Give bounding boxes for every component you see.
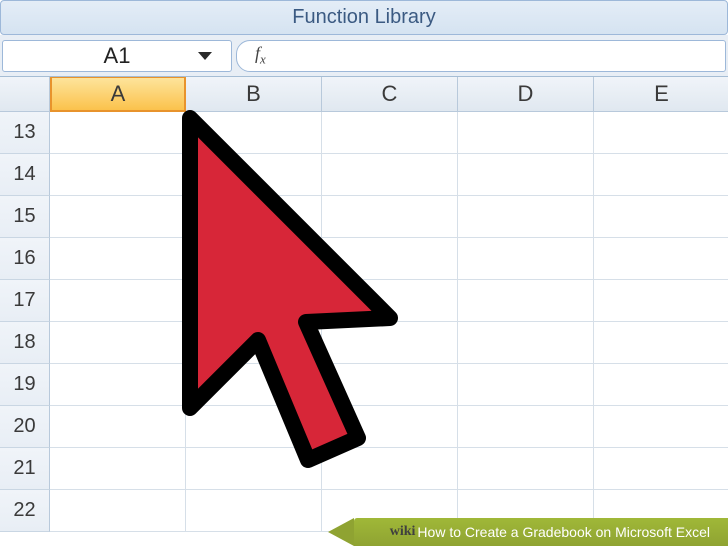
column-header-b[interactable]: B: [186, 77, 322, 112]
cell[interactable]: [186, 448, 322, 490]
cell[interactable]: [50, 154, 186, 196]
chevron-down-icon[interactable]: [197, 51, 213, 61]
cell[interactable]: [458, 364, 594, 406]
table-row: [50, 154, 728, 196]
row-header-16[interactable]: 16: [0, 238, 50, 280]
cell[interactable]: [186, 364, 322, 406]
table-row: [50, 364, 728, 406]
table-row: [50, 280, 728, 322]
row-header-15[interactable]: 15: [0, 196, 50, 238]
cell[interactable]: [594, 154, 728, 196]
cell[interactable]: [594, 448, 728, 490]
row-header-20[interactable]: 20: [0, 406, 50, 448]
name-box-value: A1: [15, 43, 219, 69]
table-row: [50, 448, 728, 490]
cell[interactable]: [50, 364, 186, 406]
banner-brand: wiki: [390, 524, 416, 540]
formula-bar: A1 fx: [0, 35, 728, 77]
banner-text: How to Create a Gradebook on Microsoft E…: [417, 524, 710, 540]
column-header-c[interactable]: C: [322, 77, 458, 112]
cell[interactable]: [594, 238, 728, 280]
row-headers: 13141516171819202122: [0, 112, 50, 532]
cell[interactable]: [594, 196, 728, 238]
table-row: [50, 238, 728, 280]
column-header-e[interactable]: E: [594, 77, 728, 112]
column-header-a[interactable]: A: [50, 77, 186, 112]
ribbon-section: Function Library: [0, 0, 728, 35]
wikihow-banner: wiki How to Create a Gradebook on Micros…: [354, 518, 728, 546]
cell[interactable]: [322, 238, 458, 280]
cell[interactable]: [322, 364, 458, 406]
cell[interactable]: [458, 448, 594, 490]
cell[interactable]: [186, 112, 322, 154]
table-row: [50, 112, 728, 154]
formula-input[interactable]: fx: [236, 40, 726, 72]
cell[interactable]: [186, 238, 322, 280]
cell[interactable]: [50, 322, 186, 364]
cell[interactable]: [322, 196, 458, 238]
cell[interactable]: [458, 112, 594, 154]
select-all-corner[interactable]: [0, 77, 50, 112]
cell[interactable]: [50, 406, 186, 448]
table-row: [50, 322, 728, 364]
cell[interactable]: [594, 406, 728, 448]
table-row: [50, 406, 728, 448]
cell[interactable]: [458, 322, 594, 364]
cell[interactable]: [594, 112, 728, 154]
cell[interactable]: [186, 490, 322, 532]
cell[interactable]: [322, 112, 458, 154]
cell[interactable]: [322, 448, 458, 490]
cell[interactable]: [458, 238, 594, 280]
banner-arrow-icon: [328, 518, 354, 546]
cell[interactable]: [458, 196, 594, 238]
row-header-22[interactable]: 22: [0, 490, 50, 532]
cell[interactable]: [458, 154, 594, 196]
column-headers: ABCDE: [50, 77, 728, 112]
cell[interactable]: [322, 322, 458, 364]
row-header-17[interactable]: 17: [0, 280, 50, 322]
ribbon-section-label: Function Library: [292, 6, 435, 29]
cell[interactable]: [322, 280, 458, 322]
cell[interactable]: [594, 322, 728, 364]
cell[interactable]: [186, 322, 322, 364]
cell[interactable]: [322, 406, 458, 448]
row-header-13[interactable]: 13: [0, 112, 50, 154]
table-row: [50, 196, 728, 238]
cell[interactable]: [50, 280, 186, 322]
cell[interactable]: [594, 280, 728, 322]
row-header-14[interactable]: 14: [0, 154, 50, 196]
cell[interactable]: [186, 196, 322, 238]
cell[interactable]: [50, 490, 186, 532]
cell[interactable]: [50, 196, 186, 238]
row-header-21[interactable]: 21: [0, 448, 50, 490]
cell[interactable]: [186, 280, 322, 322]
name-box[interactable]: A1: [2, 40, 232, 72]
cell[interactable]: [186, 406, 322, 448]
row-header-18[interactable]: 18: [0, 322, 50, 364]
cell[interactable]: [594, 364, 728, 406]
fx-icon[interactable]: fx: [255, 43, 266, 68]
cell[interactable]: [50, 448, 186, 490]
cell[interactable]: [50, 238, 186, 280]
cell[interactable]: [322, 154, 458, 196]
cell[interactable]: [50, 112, 186, 154]
row-header-19[interactable]: 19: [0, 364, 50, 406]
cell[interactable]: [458, 280, 594, 322]
cell[interactable]: [458, 406, 594, 448]
cell-area[interactable]: [50, 112, 728, 532]
cell[interactable]: [186, 154, 322, 196]
column-header-d[interactable]: D: [458, 77, 594, 112]
